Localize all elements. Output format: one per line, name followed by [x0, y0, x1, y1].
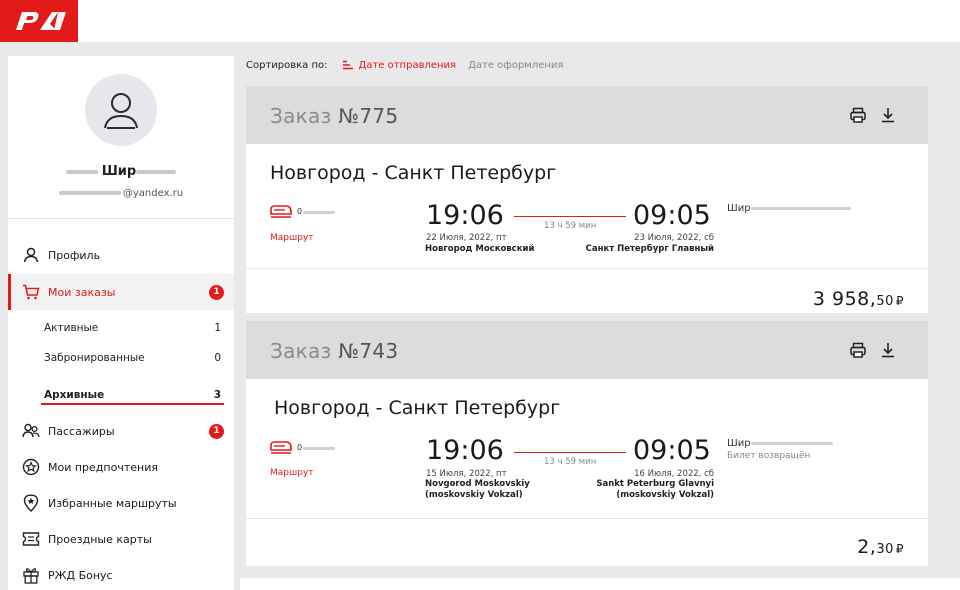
- sort-active-label: Дате отправления: [358, 59, 457, 71]
- orders-sub-label: Активные: [44, 322, 99, 334]
- departure-station: Новгород Московский: [425, 244, 535, 254]
- rzd-logo-icon[interactable]: [0, 0, 78, 42]
- trip-duration: 13 ч 59 мин: [544, 221, 597, 231]
- nav-rzd-bonus[interactable]: РЖД Бонус: [8, 557, 234, 590]
- nav-travel-cards[interactable]: Проездные карты: [8, 521, 234, 557]
- sort-by-departure[interactable]: Дате отправления: [342, 59, 457, 71]
- nav-preferences-label: Мои предпочтения: [48, 460, 158, 474]
- passengers-badge: 1: [209, 423, 224, 439]
- train-number: 0: [297, 443, 303, 452]
- passenger-name: Шир: [727, 438, 751, 449]
- order-price: 2,30 ₽: [857, 536, 904, 558]
- nav-favorite-routes-label: Избранные маршруты: [48, 496, 177, 510]
- orders-sub-label: Забронированные: [44, 352, 145, 364]
- nav-orders-label: Мои заказы: [48, 285, 116, 299]
- duration-line: [514, 216, 626, 217]
- pin-star-icon: [22, 494, 40, 512]
- arrival-date: 23 Июля, 2022, сб: [634, 233, 714, 243]
- order-card: Заказ №775 Новгород - Санкт Петербург 0 …: [246, 86, 928, 313]
- nav-profile-label: Профиль: [48, 248, 101, 262]
- archived-underline: [41, 403, 224, 405]
- user-name: Шир: [8, 164, 234, 179]
- orders-sub-archived[interactable]: Архивные 3: [8, 380, 234, 410]
- trip-duration: 13 ч 59 мин: [544, 457, 597, 467]
- passenger-name: Шир: [727, 203, 751, 214]
- sort-lines-icon: [342, 60, 353, 70]
- nav-my-orders[interactable]: Мои заказы 1: [8, 274, 234, 310]
- sidebar-divider: [8, 218, 234, 219]
- nav-preferences[interactable]: Мои предпочтения: [8, 449, 234, 485]
- user-avatar-icon: [104, 93, 138, 129]
- route-link[interactable]: Маршрут: [270, 468, 314, 478]
- order-header: Заказ №743: [246, 321, 928, 379]
- user-email: @yandex.ru: [8, 188, 234, 199]
- order-card: Заказ №743 Новгород - Санкт Петербург 0 …: [246, 321, 928, 566]
- avatar[interactable]: [85, 74, 157, 146]
- arrival-time: 09:05: [633, 200, 711, 231]
- download-icon[interactable]: [879, 341, 897, 359]
- train-number-redacted: [303, 447, 335, 450]
- route-link[interactable]: Маршрут: [270, 233, 314, 243]
- top-bar: [0, 0, 960, 42]
- arrival-station: Sankt Peterburg Glavnyi (moskovskiy Vokza…: [596, 479, 714, 500]
- next-order-card-edge: [240, 578, 960, 590]
- nav-travel-cards-label: Проездные карты: [48, 532, 152, 546]
- departure-station: Novgorod Moskovskiy (moskovskiy Vokzal): [425, 479, 530, 500]
- print-icon[interactable]: [849, 341, 867, 359]
- orders-sub-reserved[interactable]: Забронированные 0: [8, 343, 234, 373]
- route-title: Новгород - Санкт Петербург: [274, 397, 561, 419]
- arrival-station: Санкт Петербург Главный: [585, 244, 714, 254]
- passenger-name-redacted: [751, 442, 833, 445]
- nav-passengers-label: Пассажиры: [48, 424, 115, 438]
- cart-icon: [22, 283, 40, 301]
- train-number: 0: [297, 207, 303, 216]
- star-circle-icon: [22, 458, 40, 476]
- card-divider: [246, 268, 928, 269]
- order-title: Заказ №775: [270, 104, 399, 128]
- orders-sub-count: 1: [214, 322, 221, 334]
- arrival-time: 09:05: [633, 435, 711, 466]
- nav-bonus-label: РЖД Бонус: [48, 568, 113, 582]
- nav-passengers[interactable]: Пассажиры 1: [8, 413, 234, 449]
- passenger-name-redacted: [751, 207, 851, 210]
- orders-sub-count: 0: [214, 352, 221, 364]
- sort-label: Сортировка по:: [246, 59, 328, 71]
- ticket-status: Билет возвращён: [727, 451, 811, 461]
- orders-sub-label: Архивные: [44, 389, 105, 401]
- route-title: Новгород - Санкт Петербург: [270, 162, 557, 184]
- train-number-redacted: [303, 211, 335, 214]
- gift-icon: [22, 566, 40, 584]
- orders-sub-active[interactable]: Активные 1: [8, 313, 234, 343]
- nav-favorite-routes[interactable]: Избранные маршруты: [8, 485, 234, 521]
- nav-profile[interactable]: Профиль: [8, 237, 234, 273]
- sort-bar: Сортировка по: Дате отправления Дате офо…: [246, 58, 563, 72]
- departure-time: 19:06: [426, 435, 504, 466]
- departure-date: 15 Июля, 2022, пт: [426, 469, 507, 479]
- passengers-icon: [22, 422, 40, 440]
- card-divider: [246, 518, 928, 519]
- orders-badge: 1: [209, 284, 224, 300]
- person-icon: [22, 246, 40, 264]
- sort-by-issue-date[interactable]: Дате оформления: [468, 60, 563, 71]
- train-icon: [270, 203, 292, 222]
- order-header: Заказ №775: [246, 86, 928, 144]
- departure-date: 22 Июля, 2022, пт: [426, 233, 507, 243]
- print-icon[interactable]: [849, 106, 867, 124]
- arrival-date: 16 Июля, 2022, сб: [634, 469, 714, 479]
- duration-line: [514, 452, 626, 453]
- sidebar: Шир @yandex.ru Профиль Мои заказы 1 Акти…: [8, 56, 234, 590]
- download-icon[interactable]: [879, 106, 897, 124]
- departure-time: 19:06: [426, 200, 504, 231]
- order-title: Заказ №743: [270, 339, 399, 363]
- order-price: 3 958,50 ₽: [812, 288, 904, 310]
- ticket-icon: [22, 530, 40, 548]
- orders-sub-count: 3: [213, 389, 221, 401]
- train-icon: [270, 439, 292, 458]
